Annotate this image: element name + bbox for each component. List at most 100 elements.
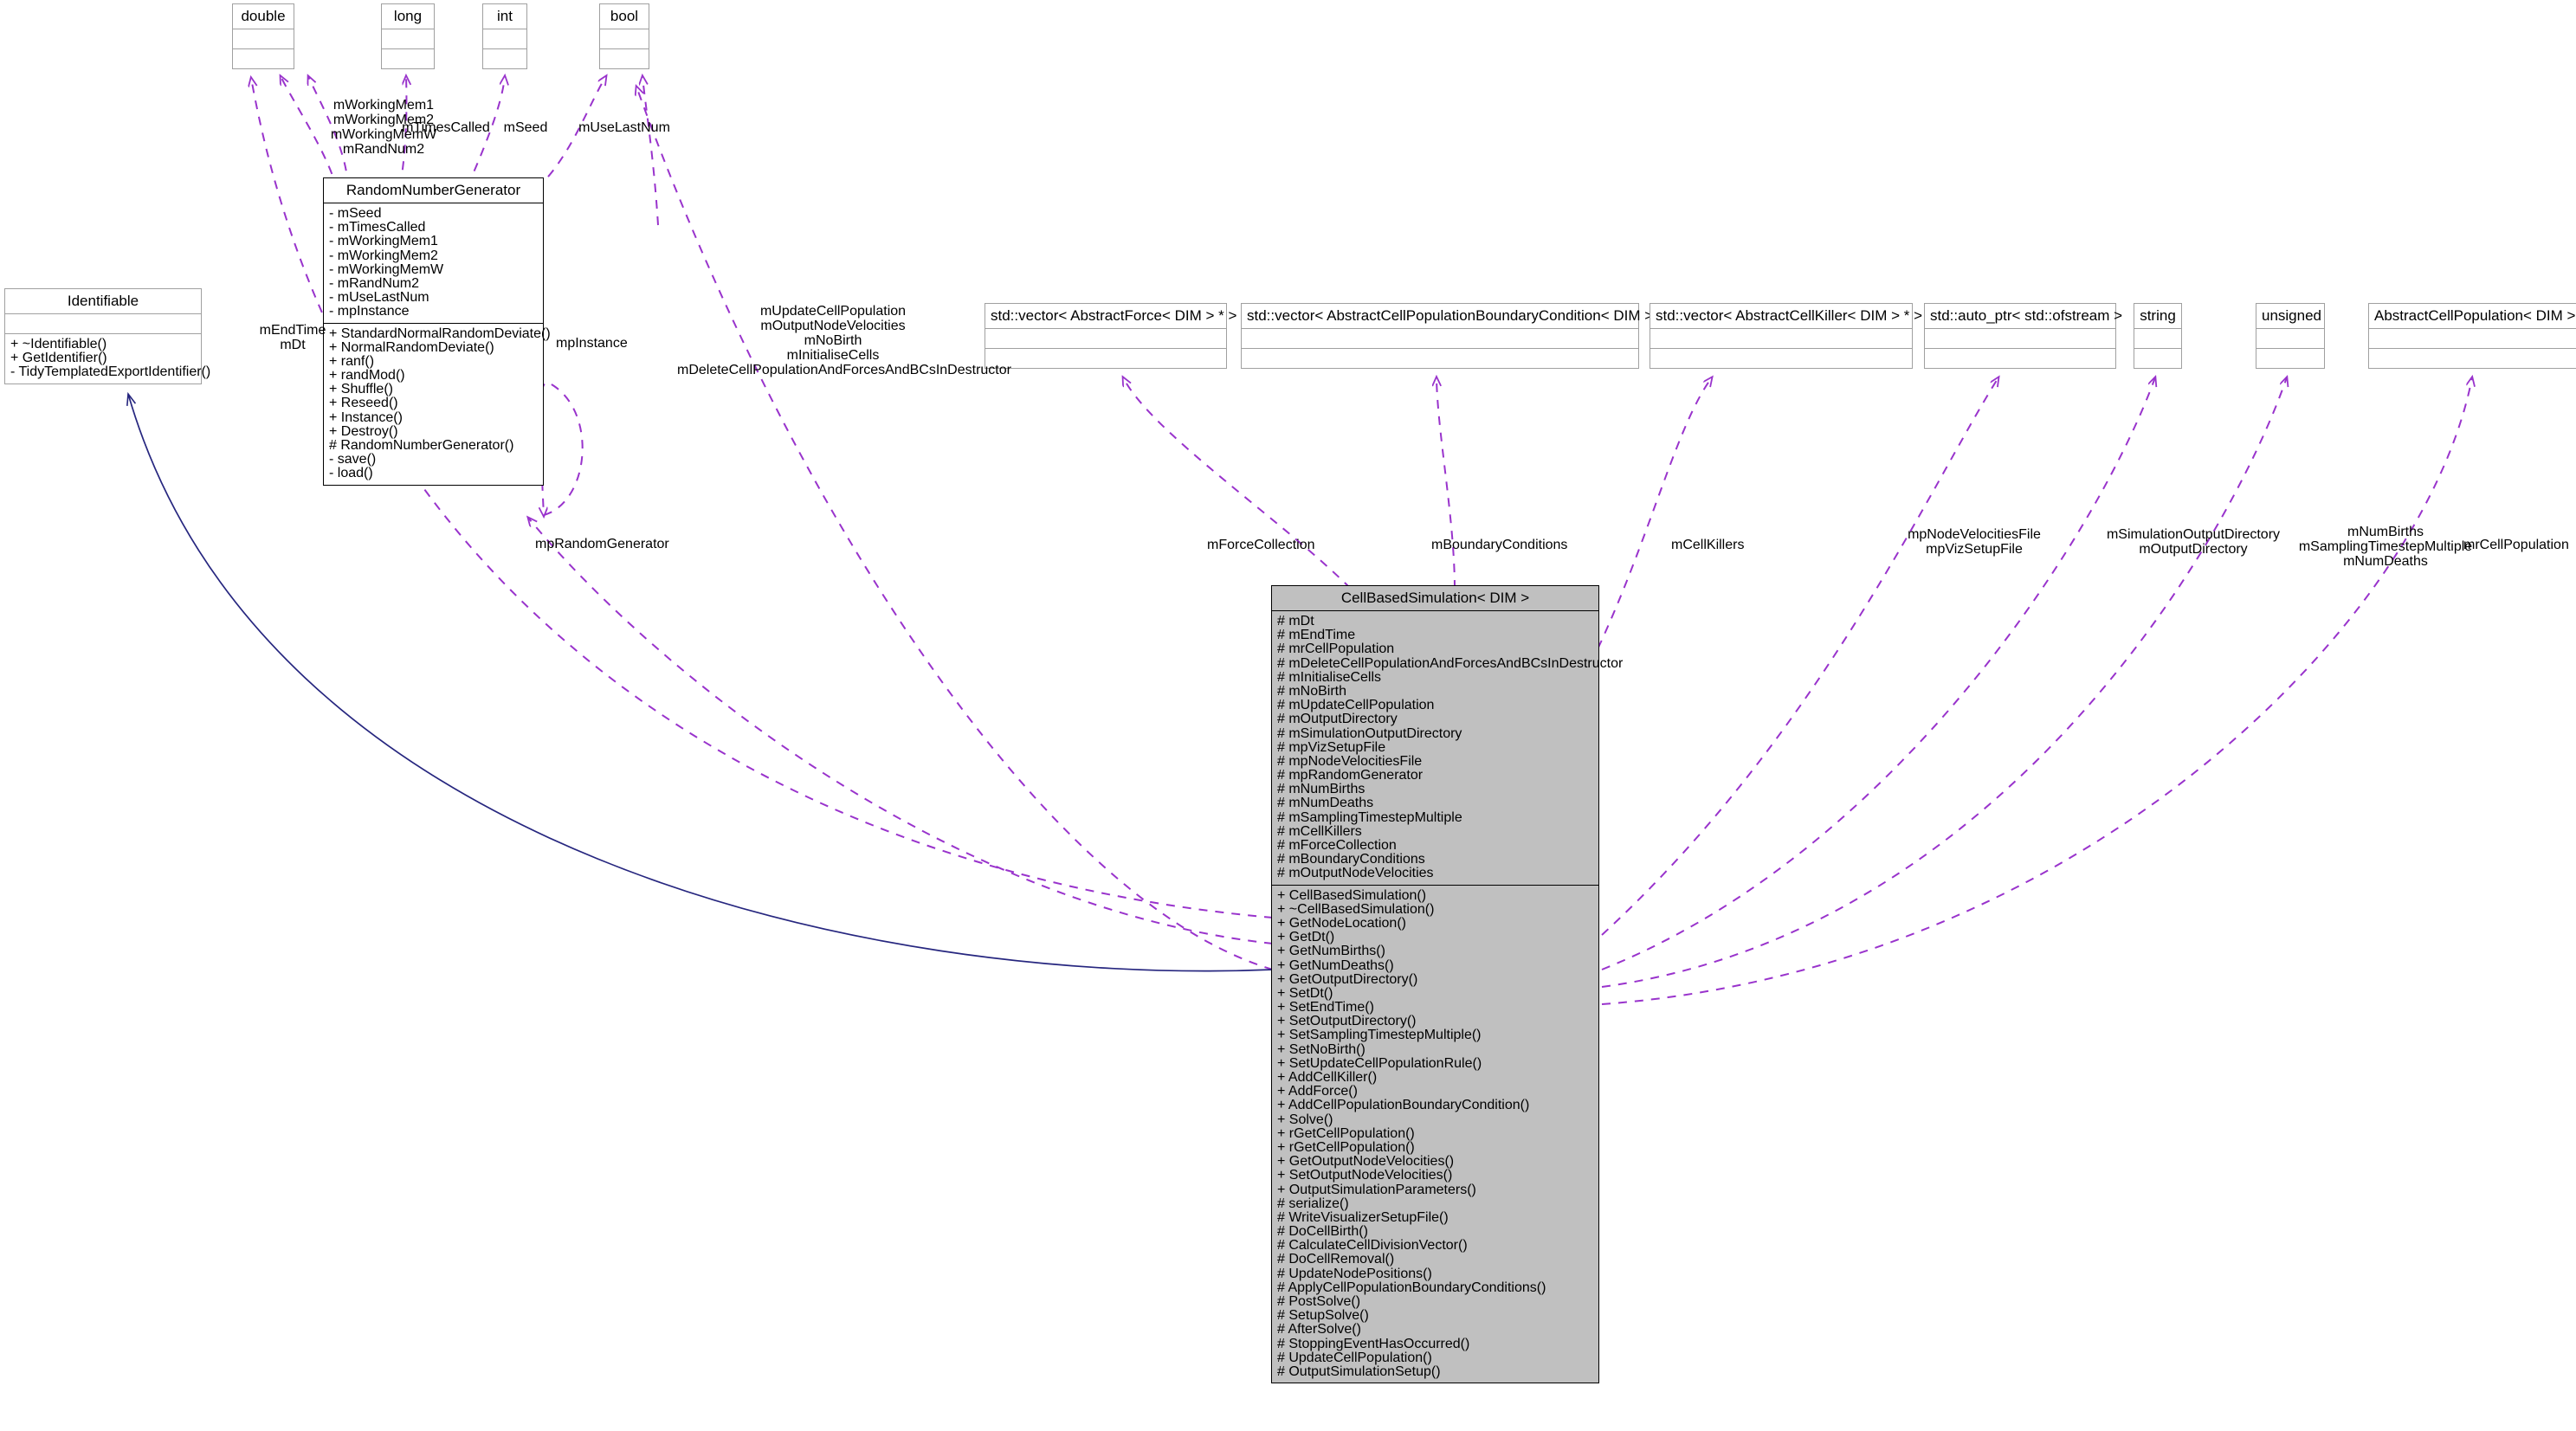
member-row: + GetDt() [1277, 930, 1335, 945]
member-row: + randMod() [329, 368, 405, 384]
node-vector-boundary-condition-attributes [1242, 329, 1638, 348]
member-row: + GetNumBirths() [1277, 944, 1385, 959]
edge-label-sim-to-bool: mUpdateCellPopulation mOutputNodeVelociti… [677, 304, 1011, 377]
member-row: # StoppingEventHasOccurred() [1277, 1336, 1470, 1351]
node-bool-methods [600, 49, 649, 68]
node-bool-attributes [600, 29, 649, 48]
node-double-methods [233, 49, 294, 68]
node-abstract-cell-population-methods [2369, 349, 2576, 368]
node-long-methods [382, 49, 434, 68]
member-row: # mNoBirth [1277, 683, 1347, 699]
member-row: + AddForce() [1277, 1084, 1358, 1099]
node-double-title: double [241, 8, 286, 24]
node-string-methods [2134, 349, 2181, 368]
edge-label-sim-to-force: mForceCollection [1207, 538, 1315, 552]
member-row: + StandardNormalRandomDeviate() [329, 326, 551, 341]
edge-label-sim-to-bc: mBoundaryConditions [1431, 538, 1568, 552]
edge-sim-rng [528, 518, 1274, 944]
node-cell-based-simulation[interactable]: CellBasedSimulation< DIM > # mDt # mEndT… [1271, 585, 1623, 1384]
member-row: # ApplyCellPopulationBoundaryConditions(… [1277, 1280, 1546, 1295]
member-row: - mUseLastNum [329, 290, 429, 306]
member-row: + Solve() [1277, 1112, 1333, 1127]
edge-label-sim-to-population: mrCellPopulation [2463, 538, 2569, 552]
member-row: - mWorkingMem2 [329, 248, 438, 263]
member-row: + Shuffle() [329, 382, 393, 397]
edge-label-sim-to-ofstream: mpNodeVelocitiesFile mpVizSetupFile [1908, 527, 2041, 557]
node-vector-cell-killer[interactable]: std::vector< AbstractCellKiller< DIM > *… [1650, 303, 1922, 369]
member-row: + SetOutputNodeVelocities() [1277, 1168, 1453, 1183]
edge-identifiable-inherit [126, 391, 1274, 972]
edge-sim-force [1123, 377, 1352, 590]
member-row: + SetUpdateCellPopulationRule() [1277, 1055, 1482, 1071]
node-auto-ptr-ofstream[interactable]: std::auto_ptr< std::ofstream > [1924, 303, 2123, 369]
member-row: - load() [329, 466, 373, 481]
member-row: + ranf() [329, 353, 375, 369]
member-row: # DoCellRemoval() [1277, 1252, 1395, 1267]
member-row: - mWorkingMemW [329, 261, 444, 277]
node-vector-cell-killer-attributes [1650, 329, 1912, 348]
member-row: # DoCellBirth() [1277, 1224, 1368, 1240]
node-string[interactable]: string [2134, 303, 2182, 369]
node-random-number-generator[interactable]: RandomNumberGenerator - mSeed - mTimesCa… [323, 177, 551, 486]
node-vector-abstract-force-methods [985, 349, 1226, 368]
member-row: - mSeed [329, 206, 382, 221]
node-identifiable-methods: + ~Identifiable() + GetIdentifier() - Ti… [5, 334, 211, 384]
node-double[interactable]: double [232, 3, 294, 69]
node-int[interactable]: int [482, 3, 527, 69]
edge-label-sim-to-killer: mCellKillers [1671, 538, 1745, 552]
node-abstract-cell-population-title: AbstractCellPopulation< DIM > & [2374, 307, 2576, 324]
member-row: - mRandNum2 [329, 275, 420, 291]
member-row: + Destroy() [329, 423, 398, 439]
member-row: # SetupSolve() [1277, 1308, 1369, 1324]
member-row: + SetNoBirth() [1277, 1041, 1365, 1057]
edge-label-rng-to-bool: mUseLastNum [578, 120, 670, 135]
node-vector-boundary-condition-methods [1242, 349, 1638, 368]
member-row: - mWorkingMem1 [329, 234, 438, 249]
node-int-attributes [483, 29, 526, 48]
node-bool-title: bool [610, 8, 639, 24]
member-row: + SetSamplingTimestepMultiple() [1277, 1028, 1482, 1043]
node-vector-boundary-condition[interactable]: std::vector< AbstractCellPopulationBound… [1241, 303, 1676, 369]
node-auto-ptr-ofstream-attributes [1925, 329, 2115, 348]
node-vector-abstract-force[interactable]: std::vector< AbstractForce< DIM > * > [985, 303, 1236, 369]
node-unsigned-title: unsigned [2262, 307, 2322, 324]
node-vector-boundary-condition-title: std::vector< AbstractCellPopulationBound… [1247, 307, 1676, 324]
member-row: + rGetCellPopulation() [1277, 1139, 1415, 1155]
member-row: + ~CellBasedSimulation() [1277, 901, 1435, 917]
node-long-attributes [382, 29, 434, 48]
node-bool[interactable]: bool [599, 3, 649, 69]
member-row: + Reseed() [329, 396, 398, 411]
node-unsigned[interactable]: unsigned [2256, 303, 2325, 369]
member-row: # mNumDeaths [1277, 796, 1374, 811]
node-auto-ptr-ofstream-title: std::auto_ptr< std::ofstream > [1930, 307, 2123, 324]
member-row: + SetDt() [1277, 985, 1333, 1001]
node-cell-based-simulation-title: CellBasedSimulation< DIM > [1272, 586, 1598, 610]
member-row: - save() [329, 452, 377, 467]
member-row: # UpdateNodePositions() [1277, 1266, 1432, 1281]
member-row: - TidyTemplatedExportIdentifier() [10, 364, 211, 380]
node-long[interactable]: long [381, 3, 435, 69]
node-cell-based-simulation-methods: + CellBasedSimulation() + ~CellBasedSimu… [1272, 886, 1598, 1383]
node-identifiable[interactable]: Identifiable + ~Identifiable() + GetIden… [4, 288, 211, 384]
node-string-attributes [2134, 329, 2181, 348]
member-row: # mDt [1277, 614, 1314, 628]
edge-label-sim-to-rng: mpRandomGenerator [535, 537, 669, 551]
member-row: + ~Identifiable() [10, 337, 107, 351]
node-abstract-cell-population[interactable]: AbstractCellPopulation< DIM > & [2368, 303, 2576, 369]
member-row: # mForceCollection [1277, 838, 1397, 853]
edge-sim-bc [1436, 377, 1456, 590]
member-row: # UpdateCellPopulation() [1277, 1350, 1432, 1365]
node-abstract-cell-population-attributes [2369, 329, 2576, 348]
diagram-canvas: double long int bool std::vector< Abstra… [0, 0, 2576, 1431]
member-row: # PostSolve() [1277, 1294, 1361, 1309]
member-row: # mSamplingTimestepMultiple [1277, 809, 1462, 825]
member-row: + OutputSimulationParameters() [1277, 1182, 1476, 1197]
member-row: + GetNumDeaths() [1277, 957, 1394, 973]
node-string-title: string [2140, 307, 2176, 324]
edge-label-rng-to-int: mSeed [503, 120, 548, 135]
node-random-number-generator-title: RandomNumberGenerator [345, 182, 521, 198]
node-unsigned-attributes [2256, 329, 2324, 348]
node-random-number-generator-attributes: - mSeed - mTimesCalled - mWorkingMem1 - … [324, 203, 543, 323]
member-row: + AddCellPopulationBoundaryCondition() [1277, 1098, 1530, 1113]
member-row: # AfterSolve() [1277, 1322, 1361, 1338]
